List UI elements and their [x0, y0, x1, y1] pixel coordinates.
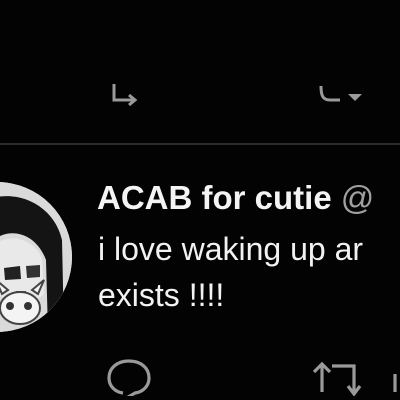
tweet-text: i love waking up ar exists !!!! — [98, 226, 400, 318]
retweet-icon[interactable] — [110, 82, 144, 108]
retweet-icon[interactable] — [310, 356, 372, 396]
tweet-author: ACAB for cutie @ — [97, 178, 374, 218]
tweet-actions — [0, 352, 400, 400]
previous-tweet-actions — [0, 0, 400, 140]
tweet-divider — [0, 143, 400, 145]
tweet-text-line: i love waking up ar — [98, 231, 364, 267]
user-handle[interactable]: @ — [341, 179, 375, 216]
tweet-text-line: exists !!!! — [98, 277, 225, 313]
like-icon[interactable] — [390, 356, 400, 396]
display-name[interactable]: ACAB for cutie — [97, 179, 332, 216]
avatar[interactable] — [0, 182, 72, 332]
reply-icon[interactable] — [105, 356, 153, 396]
like-icon[interactable] — [318, 82, 368, 108]
tweet-timeline: ACAB for cutie @ i love waking up ar exis… — [0, 0, 400, 400]
